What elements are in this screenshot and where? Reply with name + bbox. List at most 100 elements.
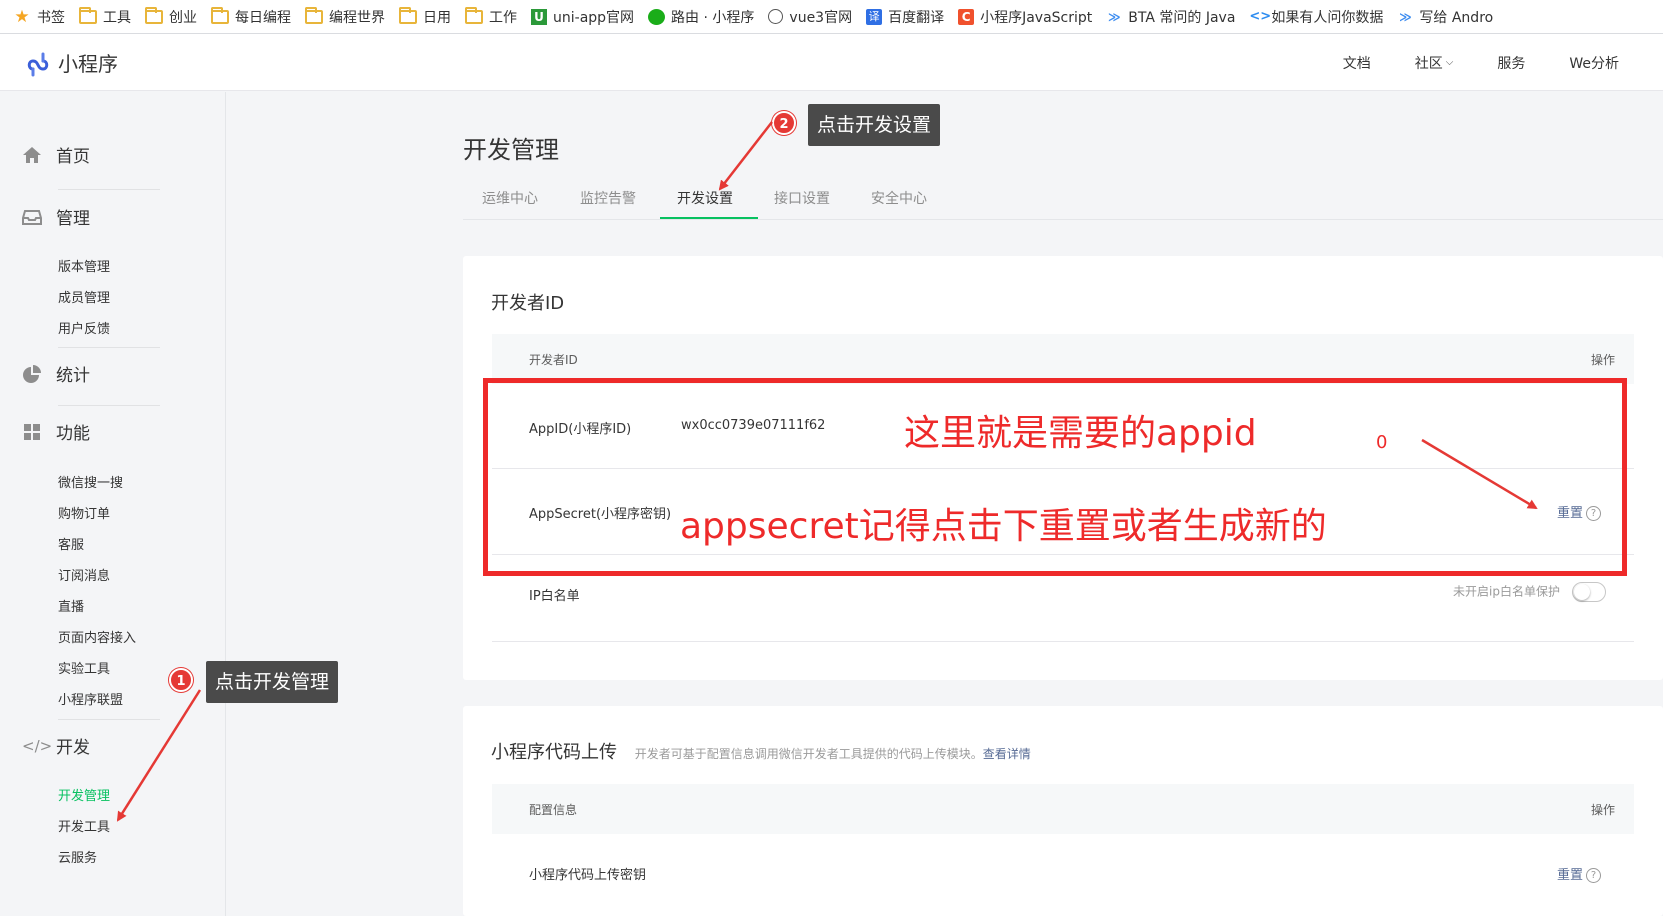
bookmark-item[interactable]: 译百度翻译 (859, 4, 951, 30)
annotation-callout-1: 点击开发管理 (206, 661, 339, 703)
sidebar-item-dev-management[interactable]: 开发管理 (58, 785, 110, 804)
folder-icon (399, 6, 417, 24)
bookmark-item[interactable]: Uuni-app官网 (524, 4, 641, 30)
top-header: 小程序 文档 社区 ⌵ 服务 We分析 (0, 34, 1663, 91)
ip-whitelist-toggle[interactable] (1572, 582, 1606, 602)
bookmark-item[interactable]: 工作 (458, 4, 524, 30)
divider (58, 405, 160, 406)
nav-community-label: 社区 (1414, 55, 1443, 72)
bookmark-label: 百度翻译 (888, 9, 945, 26)
code-upload-card: 小程序代码上传 开发者可基于配置信息调用微信开发者工具提供的代码上传模块。查看详… (463, 706, 1663, 916)
bookmark-item[interactable]: ≫ BTA 常问的 Java (1099, 4, 1242, 30)
annotation-badge-2: 2 (772, 111, 796, 135)
bookmarks-bar: ★ 书签 工具 创业 每日编程 编程世界 日用 工作 Uuni-app官网 路由 · 小程序 vue… (0, 0, 1663, 34)
sidebar-item-statistics[interactable]: 统计 (22, 361, 90, 386)
csdn-icon: C (958, 8, 975, 25)
bookmark-item[interactable]: ★ 书签 (6, 4, 72, 30)
nav-we-analysis[interactable]: We分析 (1569, 53, 1619, 73)
sidebar-label-manage: 管理 (56, 209, 90, 229)
tab-ops-center[interactable]: 运维中心 (482, 188, 538, 208)
code-upload-table-header: 配置信息 操作 (492, 784, 1634, 834)
col-config-info: 配置信息 (529, 803, 578, 817)
help-icon[interactable]: ? (1586, 868, 1601, 883)
nav-community[interactable]: 社区 ⌵ (1415, 53, 1454, 73)
col-developer-id: 开发者ID (529, 353, 578, 367)
chevron-icon: ≫ (1399, 9, 1412, 24)
chevron-icon: ≫ (1108, 9, 1121, 24)
uniapp-icon: U (531, 8, 547, 25)
sidebar-item-dev-tools[interactable]: 开发工具 (58, 816, 110, 835)
bookmark-item[interactable]: 每日编程 (204, 4, 298, 30)
nav-docs[interactable]: 文档 (1343, 53, 1371, 73)
bookmark-item[interactable]: vue3官网 (761, 4, 859, 30)
sidebar-section-develop[interactable]: </> 开发 (22, 733, 90, 759)
sidebar: 首页 管理 版本管理 成员管理 用户反馈 统计 功能 微信搜一搜 购物订单 客服… (0, 92, 226, 916)
sidebar-item-customer-service[interactable]: 客服 (58, 534, 84, 553)
ip-whitelist-label: IP白名单 (529, 589, 580, 604)
sidebar-item-page-content[interactable]: 页面内容接入 (58, 627, 136, 646)
sidebar-label-features: 功能 (56, 424, 90, 444)
sidebar-item-version-management[interactable]: 版本管理 (58, 256, 110, 275)
tab-monitoring[interactable]: 监控告警 (580, 188, 636, 208)
annotation-badge-1: 1 (169, 668, 193, 692)
wechat-icon (648, 8, 666, 25)
tab-api-settings[interactable]: 接口设置 (774, 188, 830, 208)
bookmark-label: 工作 (489, 9, 517, 26)
divider (58, 189, 160, 190)
bookmark-label: 路由 · 小程序 (671, 9, 755, 26)
sidebar-item-miniprogram-alliance[interactable]: 小程序联盟 (58, 689, 123, 708)
arrow-to-dev-settings-tab (718, 121, 773, 191)
sidebar-section-features[interactable]: 功能 (22, 419, 90, 444)
sidebar-item-subscription-messages[interactable]: 订阅消息 (58, 565, 110, 584)
col-action: 操作 (1590, 353, 1615, 367)
code-icon: <> (1249, 8, 1272, 24)
grid-icon (24, 423, 40, 440)
folder-icon (305, 6, 323, 24)
bookmark-item[interactable]: 工具 (72, 4, 138, 30)
page-title: 开发管理 (463, 136, 559, 164)
folder-icon (211, 6, 229, 24)
divider (58, 347, 160, 348)
logo[interactable]: 小程序 (24, 48, 118, 77)
annotation-callout-2: 点击开发设置 (808, 104, 941, 146)
sidebar-item-member-management[interactable]: 成员管理 (58, 287, 110, 306)
bookmark-item[interactable]: 编程世界 (298, 4, 392, 30)
col-action: 操作 (1590, 803, 1615, 817)
pie-chart-icon (23, 364, 41, 383)
bookmark-item[interactable]: 日用 (392, 4, 458, 30)
sidebar-item-cloud-service[interactable]: 云服务 (58, 847, 97, 866)
developer-id-table-header: 开发者ID 操作 (492, 334, 1634, 384)
sidebar-item-wechat-search[interactable]: 微信搜一搜 (58, 472, 123, 491)
sidebar-item-shopping-orders[interactable]: 购物订单 (58, 503, 110, 522)
sidebar-item-user-feedback[interactable]: 用户反馈 (58, 318, 110, 337)
bookmark-item[interactable]: ≫ 写给 Andro (1390, 4, 1500, 30)
bookmark-label: BTA 常问的 Java (1128, 9, 1236, 26)
bookmark-item[interactable]: C 小程序JavaScript (951, 4, 1099, 30)
code-upload-title-text: 小程序代码上传 (491, 742, 617, 763)
top-nav: 文档 社区 ⌵ 服务 We分析 (1343, 34, 1663, 91)
bookmark-item[interactable]: 路由 · 小程序 (641, 4, 761, 30)
bookmark-label: 创业 (169, 9, 197, 26)
upload-key-actions: 重置? (1557, 864, 1601, 883)
bookmark-label: vue3官网 (789, 9, 853, 26)
sidebar-item-live[interactable]: 直播 (58, 596, 84, 615)
annotation-appsecret-note: appsecret记得点击下重置或者生成新的 (680, 506, 1327, 547)
upload-key-reset-link[interactable]: 重置 (1557, 868, 1583, 883)
sidebar-section-manage[interactable]: 管理 (22, 204, 90, 229)
bookmark-label: 书签 (37, 9, 65, 26)
upload-key-label: 小程序代码上传密钥 (529, 868, 647, 883)
sidebar-item-experiment-tools[interactable]: 实验工具 (58, 658, 110, 677)
bookmark-label: 写给 Andro (1419, 9, 1494, 26)
sidebar-item-home[interactable]: 首页 (22, 142, 90, 167)
globe-icon (768, 9, 784, 24)
bookmark-item[interactable]: 创业 (138, 4, 204, 30)
nav-services[interactable]: 服务 (1497, 53, 1525, 73)
bookmark-label: 日用 (423, 9, 451, 26)
bookmark-item[interactable]: <> 如果有人问你数据 (1242, 4, 1390, 30)
miniprogram-logo-icon (27, 52, 49, 76)
tab-dev-settings[interactable]: 开发设置 (677, 188, 733, 208)
bookmark-label: 每日编程 (235, 9, 291, 26)
view-details-link[interactable]: 查看详情 (983, 747, 1031, 761)
tab-security-center[interactable]: 安全中心 (871, 188, 927, 208)
translate-icon: 译 (866, 8, 883, 25)
